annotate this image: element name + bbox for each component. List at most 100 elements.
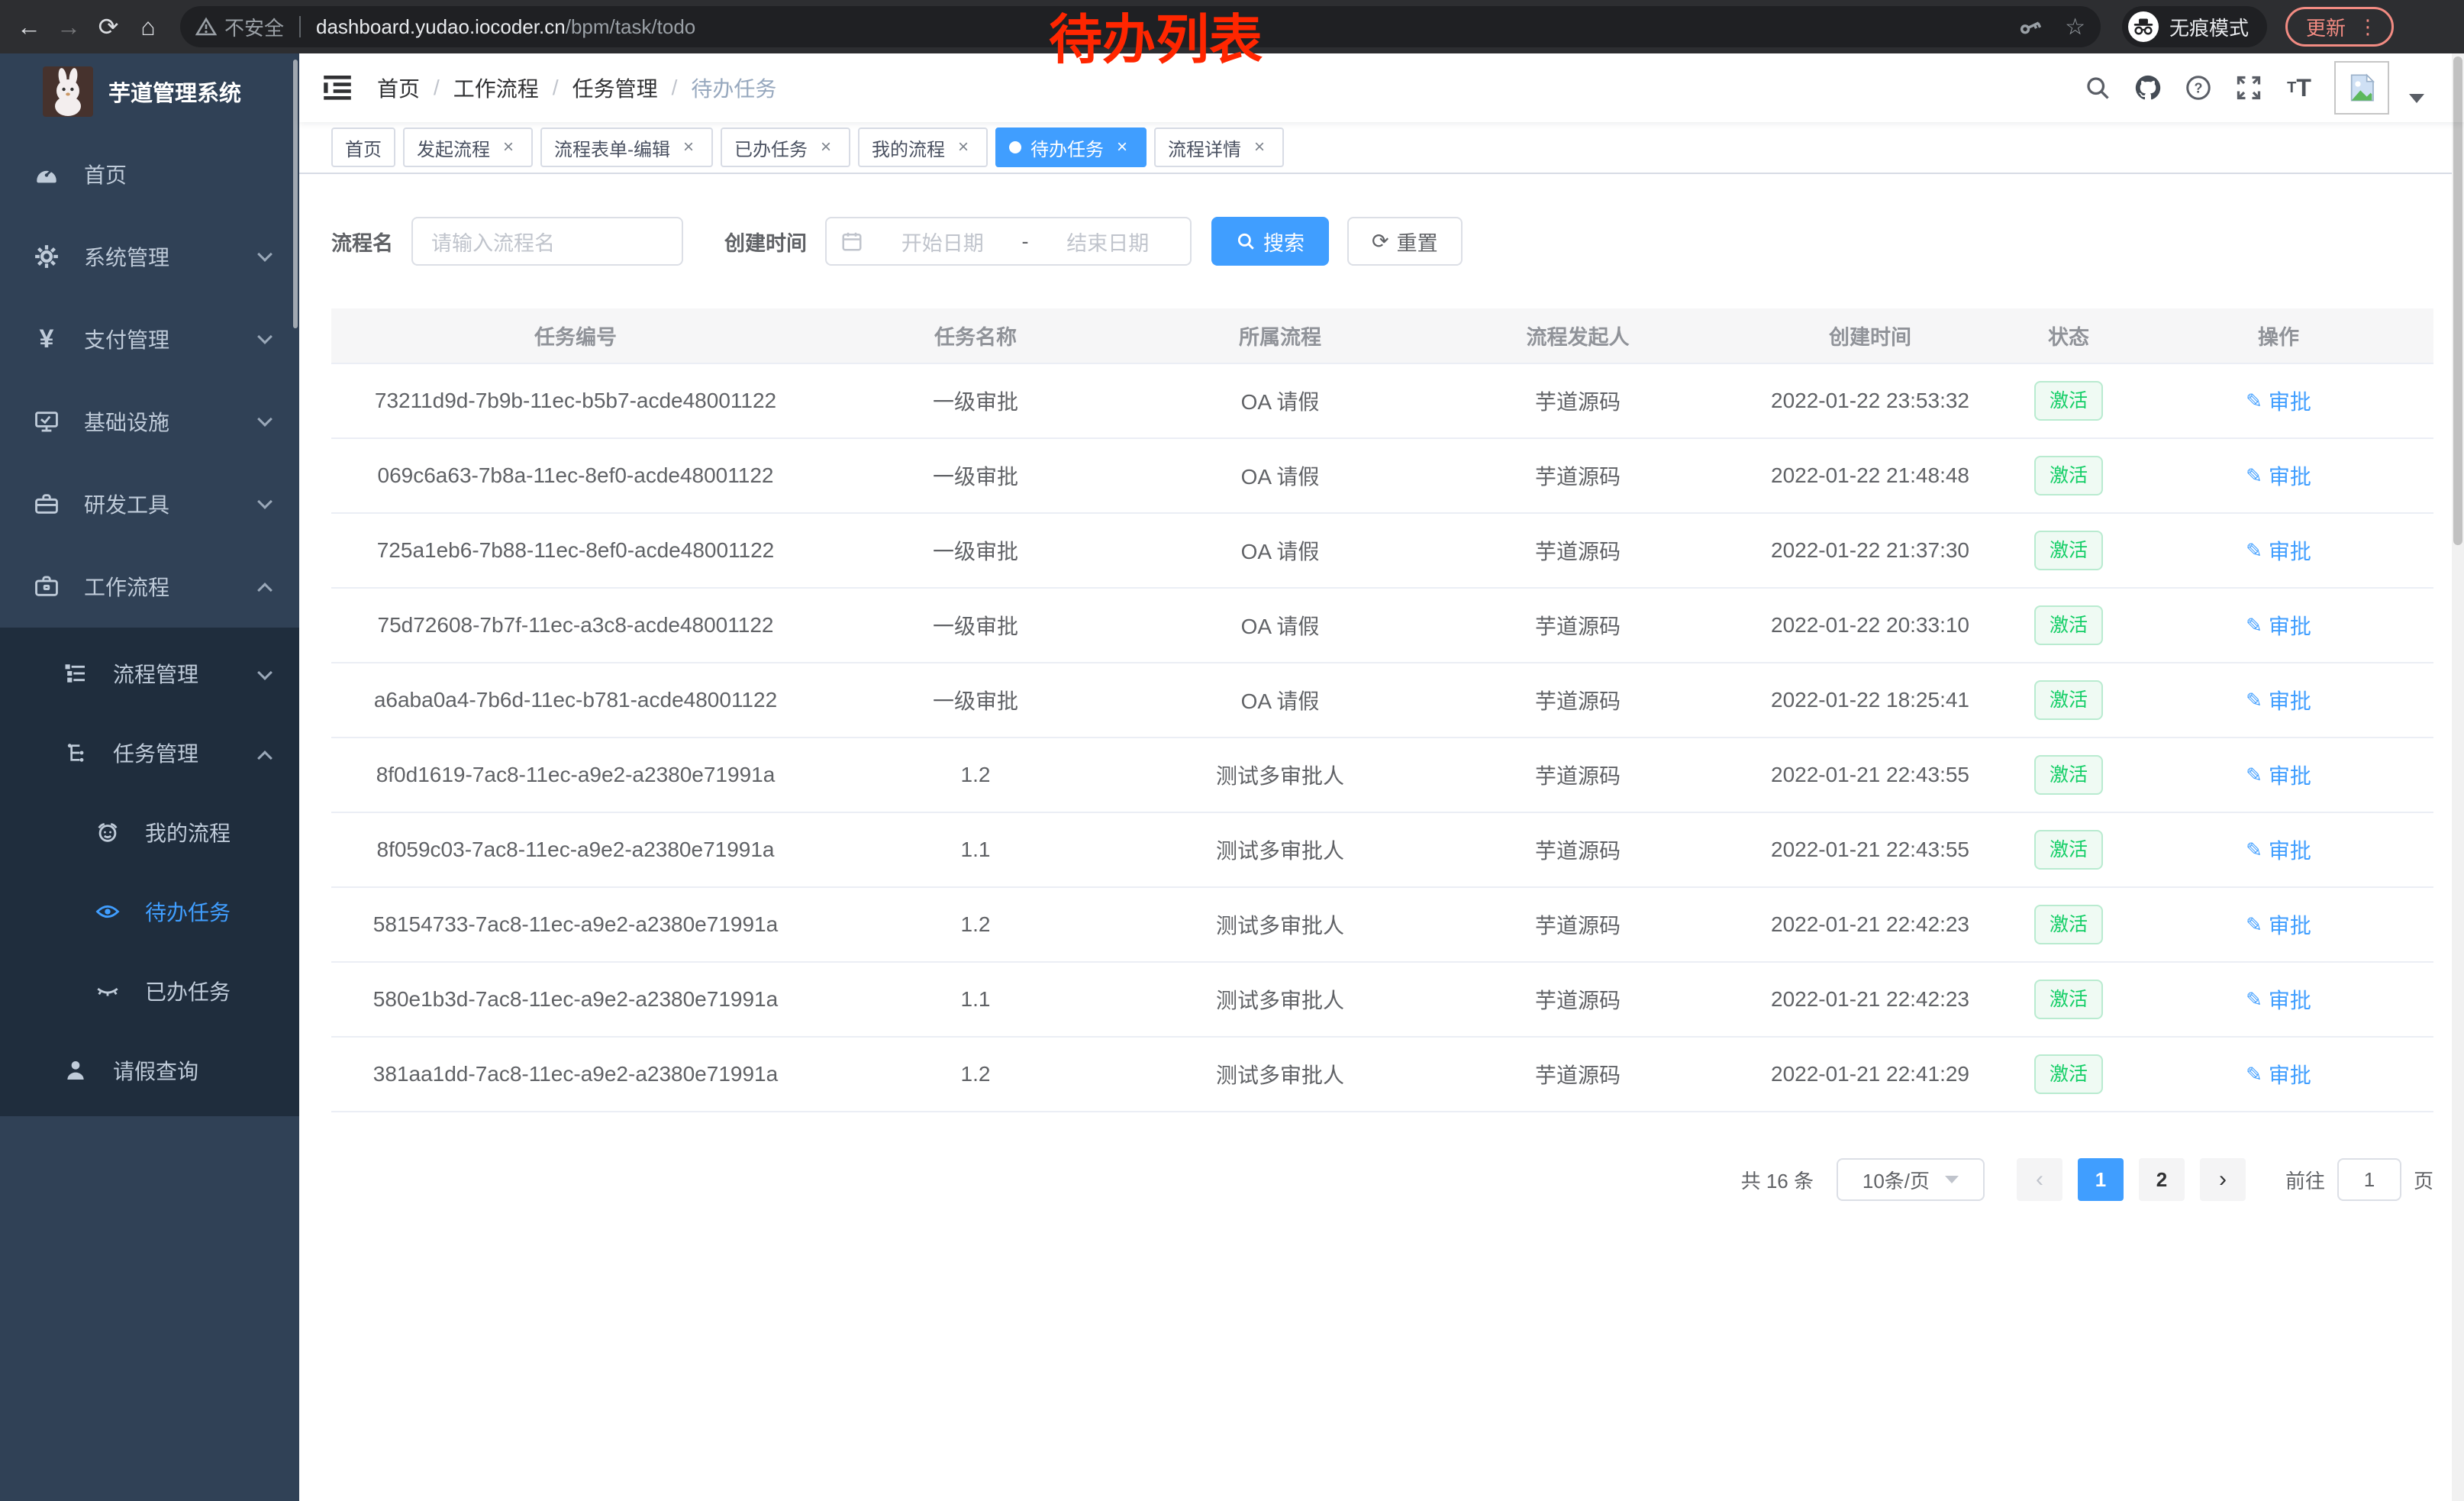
approve-link-label: 审批	[2269, 760, 2311, 790]
breadcrumb-item[interactable]: 任务管理	[572, 73, 658, 103]
tab-label: 发起流程	[417, 134, 490, 161]
browser-forward-icon[interactable]: →	[49, 7, 89, 47]
sidebar-collapse-icon[interactable]	[322, 73, 353, 103]
bookmark-star-icon[interactable]: ☆	[2065, 14, 2085, 40]
github-icon[interactable]	[2133, 73, 2163, 103]
browser-home-icon[interactable]: ⌂	[128, 7, 168, 47]
tab-start-process[interactable]: 发起流程 ×	[403, 128, 533, 167]
sidebar-item-devtools[interactable]: 研发工具	[0, 463, 299, 545]
sidebar-item-workflow[interactable]: 工作流程	[0, 545, 299, 628]
password-key-icon[interactable]	[2017, 14, 2043, 40]
prev-page-button[interactable]: ‹	[2017, 1158, 2062, 1201]
approve-link-label: 审批	[2269, 460, 2311, 491]
process-name-input[interactable]: 请输入流程名	[411, 217, 683, 266]
cell-task-id: 58154733-7ac8-11ec-a9e2-a2380e71991a	[331, 887, 820, 962]
page-button-1[interactable]: 1	[2078, 1158, 2124, 1201]
sidebar-item-label: 系统管理	[84, 241, 169, 272]
sidebar-item-task-mgmt[interactable]: 任务管理	[0, 713, 299, 792]
approve-link[interactable]: ✎审批	[2246, 460, 2311, 491]
avatar-caret-icon[interactable]	[2409, 94, 2424, 103]
sidebar-scrollbar-thumb[interactable]	[293, 60, 298, 328]
next-page-button[interactable]: ›	[2200, 1158, 2246, 1201]
approve-link[interactable]: ✎审批	[2246, 984, 2311, 1015]
browser-reload-icon[interactable]: ⟳	[89, 7, 128, 47]
navbar-actions: ? TT	[2082, 61, 2424, 115]
search-button[interactable]: 搜索	[1211, 217, 1329, 266]
tab-process-detail[interactable]: 流程详情 ×	[1154, 128, 1284, 167]
approve-link[interactable]: ✎审批	[2246, 834, 2311, 865]
tab-label: 首页	[345, 134, 382, 161]
font-size-icon[interactable]: TT	[2284, 73, 2314, 103]
tab-form-edit[interactable]: 流程表单-编辑×	[540, 128, 713, 167]
search-icon[interactable]	[2082, 73, 2113, 103]
browser-menu-icon[interactable]: ⋮	[2358, 15, 2378, 39]
cell-created: 2022-01-21 22:42:23	[1727, 887, 2014, 962]
scrollbar-thumb[interactable]	[2453, 56, 2462, 545]
window-scrollbar[interactable]	[2452, 53, 2464, 1501]
browser-update-button[interactable]: 更新 ⋮	[2285, 7, 2394, 47]
tab-home[interactable]: 首页	[331, 128, 395, 167]
input-placeholder: 请输入流程名	[431, 227, 555, 257]
col-header-process: 所属流程	[1131, 308, 1429, 363]
sidebar-item-process-mgmt[interactable]: 流程管理	[0, 634, 299, 713]
tab-close-icon[interactable]: ×	[1249, 137, 1270, 158]
date-range-input[interactable]: 开始日期 - 结束日期	[825, 217, 1192, 266]
reset-button[interactable]: ⟳ 重置	[1347, 217, 1463, 266]
tab-close-icon[interactable]: ×	[678, 137, 699, 158]
approve-link[interactable]: ✎审批	[2246, 685, 2311, 715]
fullscreen-icon[interactable]	[2233, 73, 2264, 103]
cell-task-id: 580e1b3d-7ac8-11ec-a9e2-a2380e71991a	[331, 962, 820, 1037]
tab-close-icon[interactable]: ×	[953, 137, 974, 158]
table-row: 73211d9d-7b9b-11ec-b5b7-acde48001122 一级审…	[331, 363, 2433, 438]
workflow-submenu: 流程管理 任务管理 我的流程	[0, 628, 299, 1116]
approve-link[interactable]: ✎审批	[2246, 535, 2311, 566]
tab-todo-tasks[interactable]: 待办任务×	[995, 128, 1147, 167]
approve-link[interactable]: ✎审批	[2246, 909, 2311, 940]
status-badge: 激活	[2034, 980, 2103, 1019]
incognito-badge: 无痕模式	[2122, 6, 2267, 47]
browser-back-icon[interactable]: ←	[9, 7, 49, 47]
page-button-2[interactable]: 2	[2139, 1158, 2185, 1201]
edit-icon: ✎	[2246, 689, 2262, 712]
cell-starter: 芋道源码	[1429, 363, 1727, 438]
sidebar-item-leave-query[interactable]: 请假查询	[0, 1031, 299, 1110]
sidebar-item-home[interactable]: 首页	[0, 133, 299, 215]
cell-starter: 芋道源码	[1429, 663, 1727, 738]
sidebar-item-todo-tasks[interactable]: 待办任务	[0, 872, 299, 951]
avatar[interactable]	[2334, 61, 2389, 115]
tab-close-icon[interactable]: ×	[498, 137, 519, 158]
update-label: 更新	[2306, 13, 2346, 41]
sidebar-logo-row[interactable]: 芋道管理系统	[0, 53, 299, 130]
sidebar-item-label: 我的流程	[145, 817, 231, 847]
sidebar-item-my-process[interactable]: 我的流程	[0, 792, 299, 872]
filter-form: 流程名 请输入流程名 创建时间 开始日期 - 结束日期 搜索 ⟳	[331, 217, 2446, 266]
not-secure-indicator[interactable]: 不安全	[195, 13, 284, 41]
sidebar-item-system[interactable]: 系统管理	[0, 215, 299, 298]
approve-link[interactable]: ✎审批	[2246, 610, 2311, 641]
cell-created: 2022-01-22 21:37:30	[1727, 513, 2014, 588]
tab-my-process[interactable]: 我的流程×	[858, 128, 988, 167]
approve-link-label: 审批	[2269, 610, 2311, 641]
help-icon[interactable]: ?	[2183, 73, 2214, 103]
cell-task-id: a6aba0a4-7b6d-11ec-b781-acde48001122	[331, 663, 820, 738]
breadcrumb-item[interactable]: 首页	[377, 73, 420, 103]
sidebar-item-payment[interactable]: ¥ 支付管理	[0, 298, 299, 380]
page-size-select[interactable]: 10条/页	[1837, 1158, 1985, 1201]
approve-link[interactable]: ✎审批	[2246, 760, 2311, 790]
status-badge: 激活	[2034, 1054, 2103, 1094]
breadcrumb-separator: /	[672, 76, 678, 100]
sidebar-item-done-tasks[interactable]: 已办任务	[0, 951, 299, 1031]
status-badge: 激活	[2034, 381, 2103, 421]
table-row: 58154733-7ac8-11ec-a9e2-a2380e71991a 1.2…	[331, 887, 2433, 962]
omnibox-divider	[299, 16, 301, 37]
approve-link[interactable]: ✎审批	[2246, 386, 2311, 416]
sidebar-item-label: 工作流程	[84, 571, 169, 602]
tab-label: 流程详情	[1168, 134, 1241, 161]
goto-page-input[interactable]	[2337, 1158, 2401, 1201]
breadcrumb-item[interactable]: 工作流程	[453, 73, 539, 103]
tab-done-tasks[interactable]: 已办任务×	[721, 128, 850, 167]
sidebar-item-infra[interactable]: 基础设施	[0, 380, 299, 463]
tab-close-icon[interactable]: ×	[815, 137, 837, 158]
tab-close-icon[interactable]: ×	[1111, 137, 1133, 158]
approve-link[interactable]: ✎审批	[2246, 1059, 2311, 1089]
